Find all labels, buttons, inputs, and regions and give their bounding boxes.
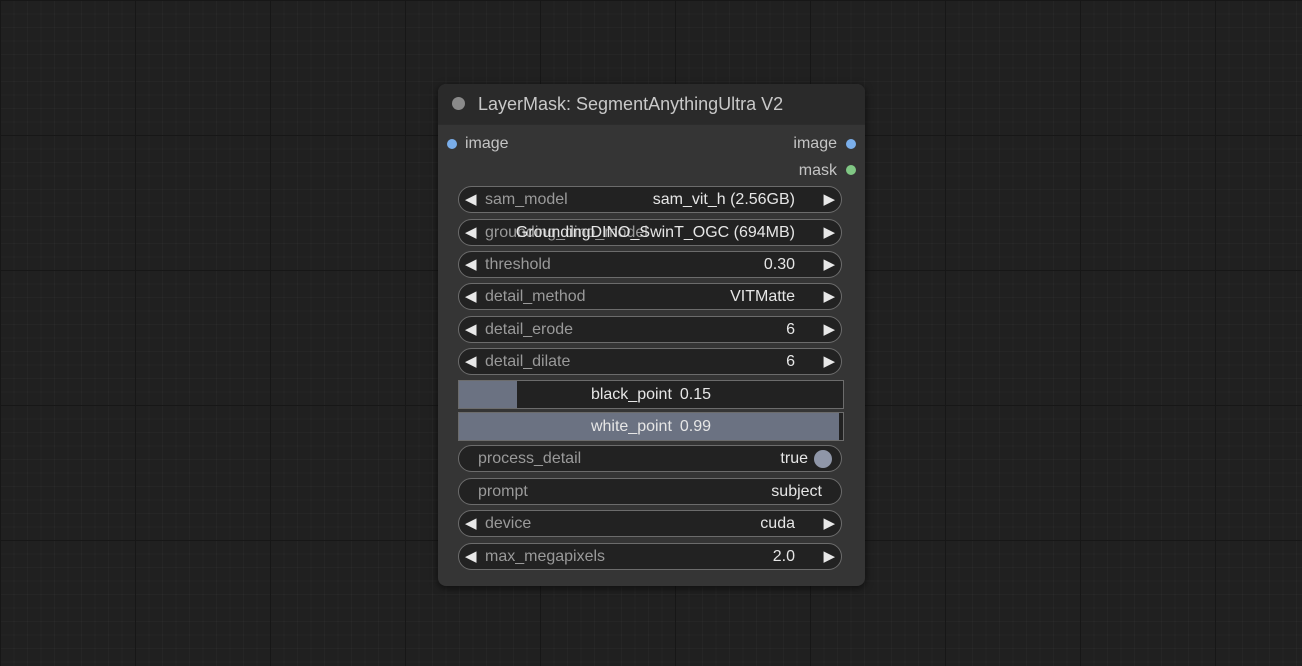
right-triangle-icon[interactable]: ▶: [823, 352, 835, 372]
detail-method-value: VITMatte: [730, 288, 795, 305]
black-point-slider[interactable]: black_point 0.15: [458, 380, 844, 409]
node-header[interactable]: LayerMask: SegmentAnythingUltra V2: [438, 84, 865, 125]
detail-method-label: detail_method: [485, 288, 586, 305]
device-label: device: [485, 515, 532, 532]
threshold-value: 0.30: [763, 256, 795, 273]
right-triangle-icon[interactable]: ▶: [823, 320, 835, 340]
segment-anything-ultra-node[interactable]: LayerMask: SegmentAnythingUltra V2 image…: [438, 84, 865, 586]
right-triangle-icon[interactable]: ▶: [823, 514, 835, 534]
max-megapixels-label: max_megapixels: [485, 548, 606, 565]
black-point-label: black_point: [590, 386, 672, 403]
detail-erode-label: detail_erode: [485, 321, 574, 338]
left-triangle-icon[interactable]: ◀: [465, 190, 477, 210]
detail-erode-value: 6: [786, 321, 795, 338]
process-detail-toggle[interactable]: process_detail true: [458, 445, 842, 472]
detail-method-combo[interactable]: ◀ detail_method VITMatte ▶: [458, 283, 842, 310]
white-point-label: white_point: [590, 418, 672, 435]
right-triangle-icon[interactable]: ▶: [823, 547, 835, 567]
left-triangle-icon[interactable]: ◀: [465, 320, 477, 340]
device-combo[interactable]: ◀ device cuda ▶: [458, 510, 842, 537]
white-point-value: 0.99: [679, 418, 712, 435]
prompt-value: subject: [771, 483, 822, 500]
detail-dilate-label: detail_dilate: [485, 353, 571, 370]
process-detail-value: true: [780, 450, 808, 467]
node-title: LayerMask: SegmentAnythingUltra V2: [478, 94, 784, 114]
toggle-knob-icon[interactable]: [814, 450, 832, 468]
detail-dilate-number[interactable]: ◀ detail_dilate 6 ▶: [458, 348, 842, 375]
black-point-value: 0.15: [679, 386, 712, 403]
right-triangle-icon[interactable]: ▶: [823, 190, 835, 210]
left-triangle-icon[interactable]: ◀: [465, 255, 477, 275]
output-slot-image-label: image: [793, 135, 837, 152]
right-triangle-icon[interactable]: ▶: [823, 255, 835, 275]
left-triangle-icon[interactable]: ◀: [465, 547, 477, 567]
white-point-slider[interactable]: white_point 0.99: [458, 412, 844, 441]
input-slot-image-label: image: [465, 135, 509, 152]
left-triangle-icon[interactable]: ◀: [465, 223, 477, 243]
output-slot-image-dot[interactable]: [846, 139, 856, 149]
max-megapixels-value: 2.0: [772, 548, 795, 565]
threshold-number[interactable]: ◀ threshold 0.30 ▶: [458, 251, 842, 278]
left-triangle-icon[interactable]: ◀: [465, 352, 477, 372]
left-triangle-icon[interactable]: ◀: [465, 514, 477, 534]
threshold-label: threshold: [485, 256, 551, 273]
sam-model-combo[interactable]: ◀ sam_model sam_vit_h (2.56GB) ▶: [458, 186, 842, 213]
prompt-text-input[interactable]: prompt subject: [458, 478, 842, 505]
collapse-dot-icon[interactable]: [452, 97, 465, 110]
max-megapixels-number[interactable]: ◀ max_megapixels 2.0 ▶: [458, 543, 842, 570]
output-slot-mask-label: mask: [798, 162, 837, 179]
prompt-label: prompt: [478, 483, 528, 500]
right-triangle-icon[interactable]: ▶: [823, 287, 835, 307]
left-triangle-icon[interactable]: ◀: [465, 287, 477, 307]
detail-erode-number[interactable]: ◀ detail_erode 6 ▶: [458, 316, 842, 343]
grounding-dino-model-value: GroundingDINO_SwinT_OGC (694MB): [515, 224, 795, 241]
detail-dilate-value: 6: [786, 353, 795, 370]
input-slot-image-dot[interactable]: [447, 139, 457, 149]
device-value: cuda: [760, 515, 795, 532]
output-slot-mask-dot[interactable]: [846, 165, 856, 175]
right-triangle-icon[interactable]: ▶: [823, 223, 835, 243]
process-detail-label: process_detail: [478, 450, 582, 467]
sam-model-value: sam_vit_h (2.56GB): [652, 191, 795, 208]
sam-model-label: sam_model: [485, 191, 568, 208]
grounding-dino-model-combo[interactable]: ◀ grounding_dino_model GroundingDINO_Swi…: [458, 219, 842, 246]
